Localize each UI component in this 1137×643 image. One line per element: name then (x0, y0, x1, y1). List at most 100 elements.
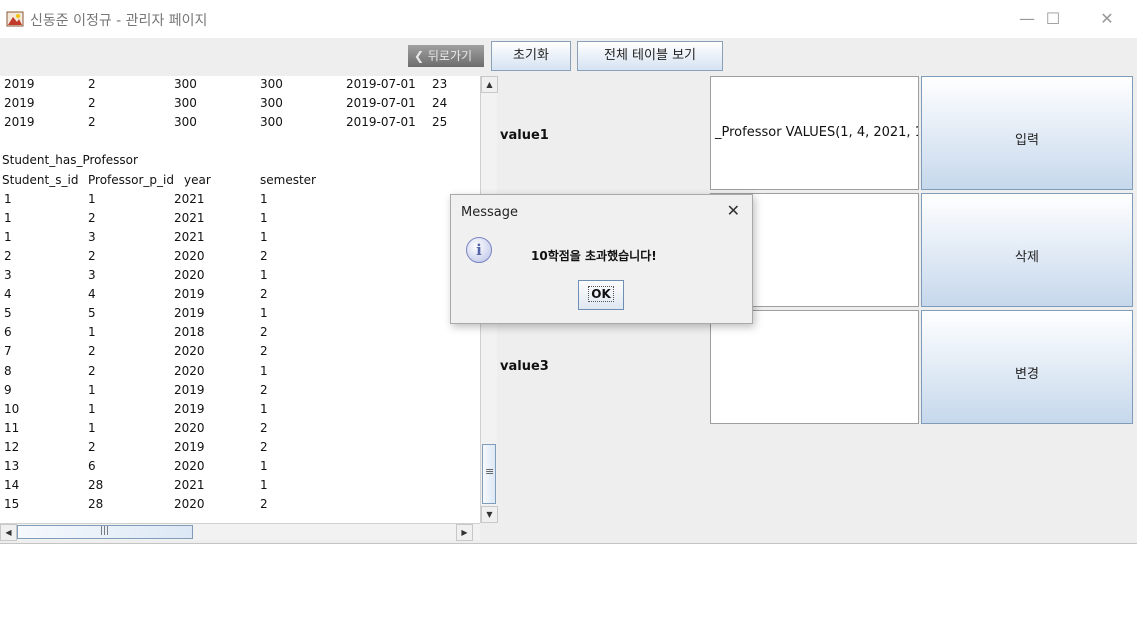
value1-label: value1 (500, 128, 549, 143)
table-cell: year (184, 172, 211, 187)
table-cell: 2021 (174, 478, 205, 493)
table-cell: 1 (4, 191, 12, 206)
table-cell: 5 (4, 306, 12, 321)
scroll-right-button[interactable]: ▶ (456, 524, 473, 541)
main-frame: ❮ 뒤로가기 초기화 전체 테이블 보기 2019 2 300 300 2019-07-… (0, 38, 1137, 643)
log-textarea[interactable] (0, 543, 1137, 643)
table-cell: 12 (4, 439, 20, 454)
ok-button[interactable]: OK (578, 280, 624, 310)
table-cell: 300 (174, 96, 197, 111)
scroll-down-button[interactable]: ▼ (481, 506, 498, 523)
table-row: 2 2 2020 2 (2, 249, 480, 268)
table-cell: 300 (260, 96, 283, 111)
table-row: 4 4 2019 2 (2, 287, 480, 306)
table-cell: 1 (260, 459, 268, 473)
reset-button[interactable]: 초기화 (491, 41, 571, 71)
maximize-button[interactable]: ☐ (1038, 8, 1068, 30)
table-cell: 2019 (4, 77, 35, 91)
table-cell: 300 (174, 115, 197, 130)
ok-label: OK (588, 286, 614, 302)
table-cell: 2 (88, 439, 96, 454)
table-row: 8 2 2020 1 (2, 364, 480, 383)
table-cell: 2020 (174, 497, 205, 512)
table-row: 15 28 2020 2 (2, 497, 480, 516)
table-cell: 23 (432, 77, 448, 91)
table-cell: 2019-07-01 (346, 77, 416, 91)
grip-icon: ||| (100, 526, 110, 536)
table-row: 12 2 2019 2 (2, 440, 480, 459)
table-row: 9 1 2019 2 (2, 383, 480, 402)
table-cell: 1 (88, 382, 96, 397)
table-cell: 2020 (174, 363, 205, 378)
table-cell: Student_s_id (2, 172, 79, 187)
close-window-button[interactable]: ✕ (1092, 8, 1122, 30)
table-cell: 2 (260, 248, 268, 263)
table-cell: 15 (4, 497, 20, 512)
dialog-message: 10학점을 초과했습니다! (531, 249, 657, 263)
table-cell: 2019 (4, 96, 35, 111)
table-cell: 2019 (174, 382, 205, 397)
table-cell: Professor_p_id (88, 172, 174, 187)
table-cell: 2021 (174, 191, 205, 206)
horizontal-scrollbar[interactable]: ◀ ||| ▶ (0, 523, 480, 541)
dialog-title: Message (461, 205, 518, 220)
table-cell: 300 (260, 115, 283, 130)
table-cell: 13 (4, 459, 20, 473)
table-row: 1 2 2021 1 (2, 211, 480, 230)
table-cell: 9 (4, 382, 12, 397)
delete-button[interactable]: 삭제 (921, 193, 1133, 307)
back-button[interactable]: ❮ 뒤로가기 (408, 45, 484, 67)
table-row: 1 3 2021 1 (2, 230, 480, 249)
table-cell: 7 (4, 344, 12, 359)
table-cell: 2 (260, 287, 268, 302)
scroll-left-button[interactable]: ◀ (0, 524, 17, 541)
table-cell: 1 (260, 363, 268, 378)
table-output-textarea[interactable]: 2019 2 300 300 2019-07-01 23 2019 2 300 300 2019-0… (0, 76, 480, 523)
table-cell: 1 (260, 210, 268, 225)
dialog-close-icon[interactable]: ✕ (727, 201, 740, 220)
table-cell: 300 (260, 77, 283, 91)
app-icon (6, 11, 24, 27)
table-row: 13 6 2020 1 (2, 459, 480, 478)
table-cell: 2020 (174, 248, 205, 263)
table-cell: 2019 (174, 306, 205, 321)
value3-field[interactable] (710, 310, 919, 424)
insert-button[interactable]: 입력 (921, 76, 1133, 190)
title-bar: 신동준 이정규 - 관리자 페이지 — ☐ ✕ (0, 0, 1137, 38)
table-cell: 2019-07-01 (346, 96, 416, 111)
table-cell: 1 (88, 401, 96, 416)
table-cell: 1 (260, 268, 268, 282)
table-cell: 2 (260, 439, 268, 454)
table-row: 5 5 2019 1 (2, 306, 480, 325)
table-cell: 2 (88, 115, 96, 130)
table-cell: 2 (88, 96, 96, 111)
table-row: 2019 2 300 300 2019-07-01 23 (2, 77, 480, 96)
table-row: 2019 2 300 300 2019-07-01 25 (2, 115, 480, 134)
table-cell: 1 (88, 420, 96, 435)
table-cell: 2 (260, 382, 268, 397)
table-cell: 6 (88, 459, 96, 473)
table-row: 2019 2 300 300 2019-07-01 24 (2, 96, 480, 115)
table-cell: 4 (4, 287, 12, 302)
table-cell: 8 (4, 363, 12, 378)
table-cell: 2 (4, 248, 12, 263)
horizontal-scroll-thumb[interactable]: ||| (17, 525, 193, 539)
table-row: 14 28 2021 1 (2, 478, 480, 497)
table-cell: 2 (88, 77, 96, 91)
value1-field[interactable]: _Professor VALUES(1, 4, 2021, 1 (710, 76, 919, 190)
table-cell: 2020 (174, 420, 205, 435)
update-button[interactable]: 변경 (921, 310, 1133, 424)
table-row: 1 1 2021 1 (2, 192, 480, 211)
table-cell: 1 (260, 401, 268, 416)
view-all-tables-button[interactable]: 전체 테이블 보기 (577, 41, 723, 71)
table-row: 11 1 2020 2 (2, 421, 480, 440)
table-cell: 3 (88, 229, 96, 244)
table-cell: 2 (88, 344, 96, 359)
scroll-up-button[interactable]: ▲ (481, 76, 498, 93)
table-cell: 1 (260, 229, 268, 244)
table-cell: 2019 (174, 287, 205, 302)
vertical-scroll-thumb[interactable]: ≡ (482, 444, 496, 504)
table-cell: 4 (88, 287, 96, 302)
table-cell: 3 (4, 268, 12, 282)
table-row: 10 1 2019 1 (2, 402, 480, 421)
